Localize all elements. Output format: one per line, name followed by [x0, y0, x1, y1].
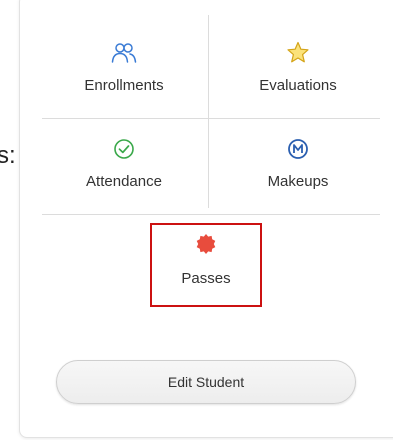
makeups-label: Makeups: [267, 173, 329, 190]
edit-student-button[interactable]: Edit Student: [56, 360, 356, 404]
passes-button[interactable]: Passes: [150, 223, 262, 307]
attendance-button[interactable]: Attendance: [42, 118, 206, 214]
student-actions-card: Enrollments Evaluations Attendance Makeu…: [19, 0, 393, 438]
badge-icon: [195, 233, 217, 255]
evaluations-label: Evaluations: [259, 77, 337, 94]
star-icon: [286, 38, 310, 64]
m-circle-icon: [287, 134, 309, 160]
check-circle-icon: [113, 134, 135, 160]
attendance-label: Attendance: [86, 173, 162, 190]
evaluations-button[interactable]: Evaluations: [216, 22, 380, 118]
makeups-button[interactable]: Makeups: [216, 118, 380, 214]
enrollments-label: Enrollments: [84, 77, 164, 94]
enrollments-button[interactable]: Enrollments: [42, 22, 206, 118]
cut-off-text: s:: [0, 142, 16, 169]
users-icon: [111, 38, 137, 64]
horizontal-divider: [42, 214, 380, 215]
passes-label: Passes: [181, 270, 231, 287]
vertical-divider: [208, 15, 209, 208]
